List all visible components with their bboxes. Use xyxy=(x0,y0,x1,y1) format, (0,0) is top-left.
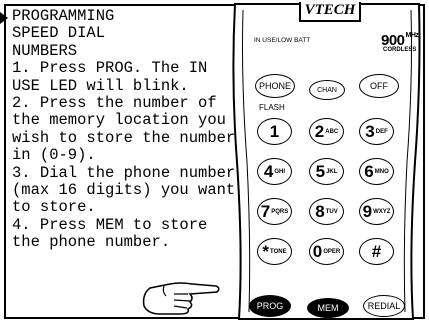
keypad-key-letters: DEF xyxy=(375,128,388,135)
keypad-key-letters: MNO xyxy=(374,168,389,175)
keypad-key-number: 0 xyxy=(312,242,323,261)
keypad-key-number: 9 xyxy=(362,202,373,221)
instruction-line: 4. Press MEM to store xyxy=(12,215,208,234)
keypad-key-letters: ABC xyxy=(325,128,339,135)
keypad-key-5[interactable]: 5 JKL xyxy=(309,158,344,185)
keypad-key-number: # xyxy=(371,242,382,261)
instruction-line: PROGRAMMING xyxy=(12,7,115,25)
instruction-line: 1. Press PROG. The IN xyxy=(12,59,208,78)
keypad-key-number: 8 xyxy=(315,202,325,221)
keypad-key-9[interactable]: 9 WXYZ xyxy=(359,198,394,225)
keypad-key-letters: WXYZ xyxy=(373,208,391,215)
instruction-line: USE LED will blink. xyxy=(12,76,189,95)
keypad-key-3[interactable]: 3 DEF xyxy=(359,118,394,145)
keypad-key-8[interactable]: 8 TUV xyxy=(309,198,344,225)
off-button[interactable]: OFF xyxy=(359,74,399,98)
keypad-key-letters: TUV xyxy=(325,208,338,215)
cordless-label: CORDLESS xyxy=(383,47,417,53)
frequency-unit: MHz xyxy=(405,32,419,39)
instruction-line: wish to store the number xyxy=(12,128,236,147)
instructions-text: PROGRAMMING SPEED DIAL NUMBERS 1. Press PRO… xyxy=(12,7,312,252)
pointing-hand-icon xyxy=(142,282,220,315)
keypad-key-number: 2 xyxy=(314,122,325,141)
mem-button[interactable]: MEM xyxy=(307,298,349,318)
keypad-key-letters: OPER xyxy=(323,248,341,255)
instruction-line: NUMBERS xyxy=(12,41,78,60)
keypad-key-0[interactable]: 0 OPER xyxy=(309,238,344,265)
keypad-key-pound[interactable]: # xyxy=(359,238,394,265)
pointer-arrow-icon xyxy=(0,12,8,24)
redial-button[interactable]: REDIAL xyxy=(363,295,405,317)
keypad-key-number: 6 xyxy=(364,162,374,181)
instruction-line: 2. Press the number of xyxy=(12,94,217,113)
instruction-line: in (0-9). xyxy=(12,146,96,165)
keypad-key-number: 3 xyxy=(365,122,375,141)
keypad-key-2[interactable]: 2 ABC xyxy=(309,118,344,145)
instruction-line: the memory location you xyxy=(12,111,226,130)
chan-button[interactable]: CHAN xyxy=(309,80,345,100)
instruction-line: the phone number. xyxy=(12,233,171,252)
instruction-line: SPEED DIAL xyxy=(12,24,106,43)
instruction-line: to store. xyxy=(12,198,96,217)
keypad-key-6[interactable]: 6 MNO xyxy=(359,158,394,185)
instruction-line: (max 16 digits) you want xyxy=(12,181,236,200)
prog-button[interactable]: PROG xyxy=(249,295,291,317)
instruction-line: 3. Dial the phone number xyxy=(12,163,236,182)
keypad-key-letters: JKL xyxy=(326,168,338,175)
keypad-key-number: 5 xyxy=(315,162,326,181)
